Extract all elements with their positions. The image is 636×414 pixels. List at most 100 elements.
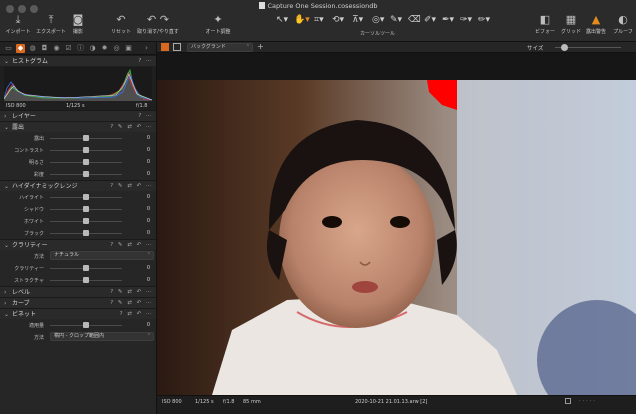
- select-cursor-icon[interactable]: ↖▾: [276, 15, 288, 25]
- slider-label: コントラスト: [14, 148, 44, 154]
- brush-cursor-icon[interactable]: ✎▾: [390, 15, 402, 25]
- child-portrait-image: [157, 80, 636, 395]
- hdr-header[interactable]: ⌄ ハイダイナミックレンジ? ✎ ⇄ ↶ ⋯: [0, 180, 156, 191]
- multi-view-icon[interactable]: [173, 43, 181, 51]
- exposure-header[interactable]: ⌄ 露出? ✎ ⇄ ↶ ⋯: [0, 121, 156, 132]
- vignette-method-select[interactable]: 楕円 - クロップ範囲内 ⌃: [50, 332, 154, 341]
- curve-header[interactable]: › カーブ? ✎ ⇄ ↶ ⋯: [0, 297, 156, 308]
- color-tab-icon[interactable]: ◍: [28, 44, 37, 53]
- warning-icon: ▲: [591, 13, 601, 26]
- export-label: エクスポート: [36, 29, 66, 35]
- camera-tab-icon[interactable]: ◘: [40, 44, 49, 53]
- status-bar: ISO 800 1/125 s f/1.8 85 mm 2020-10-21 2…: [157, 395, 636, 414]
- slider-handle[interactable]: [83, 147, 89, 153]
- viewer-bar: バックグランド ⌃ + サイズ: [157, 42, 636, 53]
- exposure-sliders: 露出 0 コントラスト 0 明るさ 0 彩度 0: [0, 132, 156, 180]
- slider-label: 露出: [33, 136, 44, 142]
- slider-value[interactable]: 0: [147, 230, 150, 236]
- camera-icon: ◙: [72, 13, 84, 26]
- slider-handle[interactable]: [83, 194, 89, 200]
- slider-value[interactable]: 0: [147, 171, 150, 177]
- slider-value[interactable]: 0: [147, 265, 150, 271]
- settings-tab-icon[interactable]: ✹: [100, 44, 109, 53]
- spot-cursor-icon[interactable]: ◎▾: [372, 15, 384, 25]
- slider-row: シャドウ 0: [0, 203, 156, 215]
- before-button[interactable]: ◧ ビフォー: [534, 14, 556, 36]
- slider-handle[interactable]: [83, 159, 89, 165]
- capture-label: 撮影: [72, 29, 83, 35]
- output-tab-icon[interactable]: ◎: [112, 44, 121, 53]
- clarity-method-row: 方法 ナチュラル ⌃: [0, 250, 156, 262]
- rating-stars-icon[interactable]: ·····: [579, 398, 597, 404]
- window-title-text: Capture One Session.cosessiondb: [267, 2, 378, 10]
- slider-handle[interactable]: [83, 135, 89, 141]
- clarity-header[interactable]: ⌄ クラリティー? ✎ ⇄ ↶ ⋯: [0, 239, 156, 250]
- image-viewer[interactable]: [157, 53, 636, 395]
- histogram-header[interactable]: ⌄ ヒストグラム? ⋯: [0, 55, 156, 66]
- rotate-cursor-icon[interactable]: ⟲▾: [332, 15, 344, 25]
- slider-handle[interactable]: [83, 230, 89, 236]
- import-button[interactable]: ⤓ インポート: [4, 14, 32, 36]
- pan-cursor-icon[interactable]: ✋▾: [294, 15, 310, 25]
- grid-label: グリッド: [560, 29, 581, 35]
- slider-value[interactable]: 0: [147, 135, 150, 141]
- proof-button[interactable]: ◐ プルーフ: [610, 14, 636, 36]
- photo-preview[interactable]: [157, 80, 636, 395]
- crop-cursor-icon[interactable]: ⌗▾: [314, 15, 324, 25]
- exposure-tab-icon[interactable]: ◆: [16, 44, 25, 53]
- slider-row: 露出 0: [0, 132, 156, 144]
- vignette-header[interactable]: ⌄ ビネット? ⇄ ↶ ⋯: [0, 308, 156, 319]
- eraser-cursor-icon[interactable]: ⌫: [408, 15, 421, 25]
- info-tab-icon[interactable]: ⓘ: [76, 44, 85, 53]
- annotate-cursor-icon[interactable]: ✏▾: [478, 15, 490, 25]
- histogram-title: ヒストグラム: [12, 58, 48, 65]
- grid-button[interactable]: ▦ グリッド: [560, 14, 582, 36]
- clarity-method-select[interactable]: ナチュラル ⌃: [50, 251, 154, 260]
- more-tabs-icon[interactable]: ›: [142, 44, 151, 53]
- size-slider-handle[interactable]: [561, 44, 568, 51]
- slider-handle[interactable]: [83, 265, 89, 271]
- checkbox-icon[interactable]: [565, 398, 571, 404]
- vignette-amount-handle[interactable]: [83, 322, 89, 328]
- auto-adjust-button[interactable]: ✦ オート調整: [204, 14, 232, 36]
- color-picker-cursor-icon[interactable]: ✑▾: [460, 15, 472, 25]
- status-iso: ISO 800: [162, 399, 182, 405]
- slider-handle[interactable]: [83, 218, 89, 224]
- slider-value[interactable]: 0: [147, 194, 150, 200]
- slider-handle[interactable]: [83, 277, 89, 283]
- add-icon[interactable]: +: [257, 42, 264, 51]
- undo-redo-button[interactable]: ↶ ↷ 取り消す/やり直す: [136, 14, 180, 36]
- details-tab-icon[interactable]: ◑: [88, 44, 97, 53]
- slider-value[interactable]: 0: [147, 277, 150, 283]
- picker-cursor-icon[interactable]: ✐▾: [424, 15, 436, 25]
- background-select[interactable]: バックグランド ⌃: [187, 43, 253, 52]
- batch-tab-icon[interactable]: ▣: [124, 44, 133, 53]
- slider-label: 彩度: [33, 172, 44, 178]
- keystone-cursor-icon[interactable]: ⊼▾: [352, 15, 363, 25]
- adjust-tab-icon[interactable]: ☑: [64, 44, 73, 53]
- clarity-sliders: クラリティー 0 ストラクチャ 0: [0, 262, 156, 286]
- proof-label: プルーフ: [613, 29, 633, 35]
- library-tab-icon[interactable]: ▭: [4, 44, 13, 53]
- reset-button[interactable]: ↶ リセット: [110, 14, 132, 36]
- hdr-title: ハイダイナミックレンジ: [12, 183, 78, 190]
- slider-value[interactable]: 0: [147, 206, 150, 212]
- capture-button[interactable]: ◙ 撮影: [70, 13, 86, 36]
- background-value: バックグランド: [191, 44, 226, 50]
- export-button[interactable]: ⤒ エクスポート: [34, 13, 68, 36]
- status-shutter: 1/125 s: [195, 399, 214, 405]
- levels-header[interactable]: › レベル? ✎ ⇄ ↶ ⋯: [0, 286, 156, 297]
- export-icon: ⤒: [48, 13, 54, 26]
- slider-row: ストラクチャ 0: [0, 274, 156, 286]
- vignette-amount-value[interactable]: 0: [147, 322, 150, 328]
- slider-handle[interactable]: [83, 206, 89, 212]
- lens-tab-icon[interactable]: ◉: [52, 44, 61, 53]
- slider-value[interactable]: 0: [147, 159, 150, 165]
- slider-handle[interactable]: [83, 171, 89, 177]
- single-view-icon[interactable]: [161, 43, 169, 51]
- slider-value[interactable]: 0: [147, 218, 150, 224]
- wb-picker-cursor-icon[interactable]: ✒▾: [442, 15, 454, 25]
- layers-header[interactable]: › レイヤー? ⋯: [0, 110, 156, 121]
- exposure-warning-button[interactable]: ▲ 露出警告: [585, 13, 607, 36]
- slider-value[interactable]: 0: [147, 147, 150, 153]
